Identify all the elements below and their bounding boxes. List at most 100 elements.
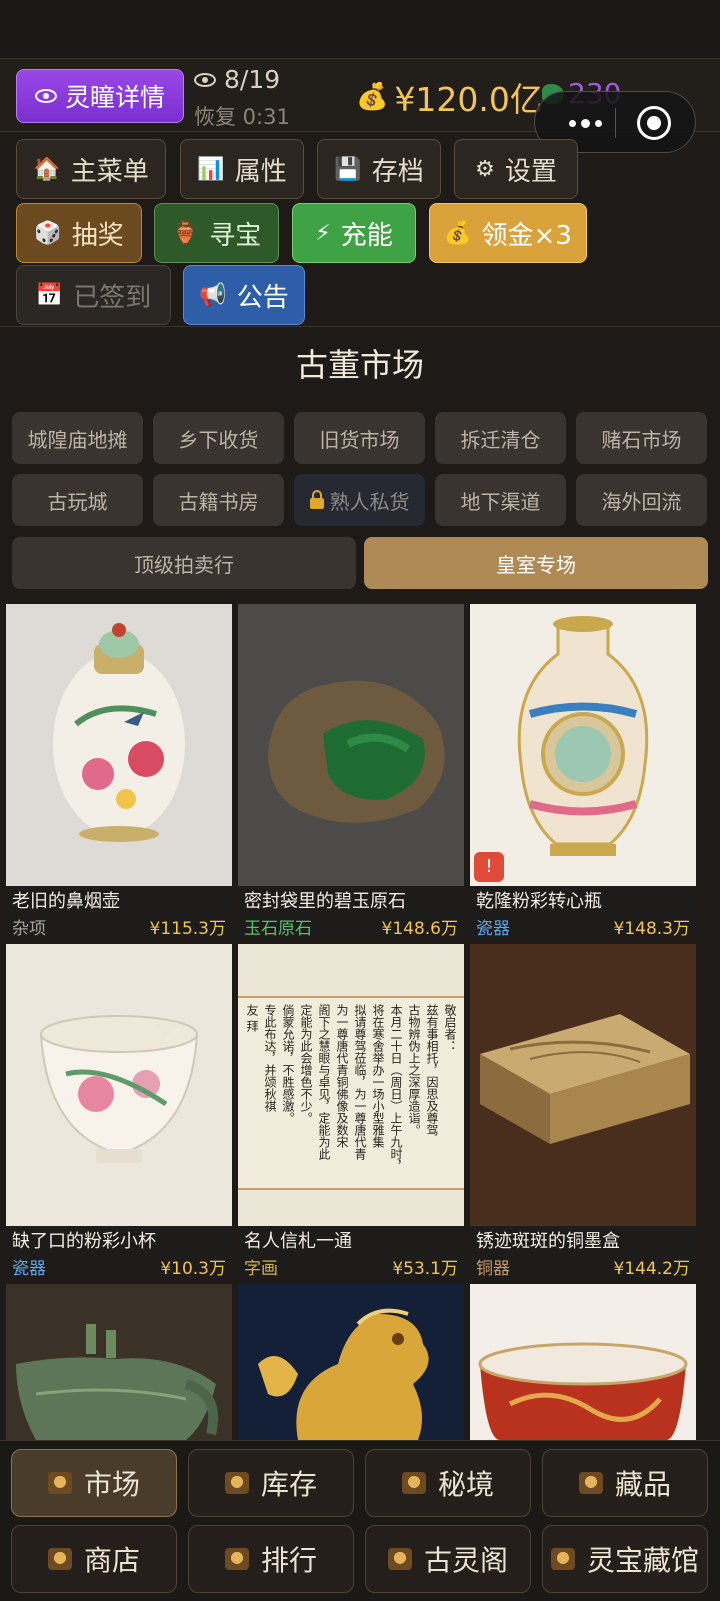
- nav-shop[interactable]: 商店: [11, 1525, 177, 1593]
- lock-icon: [309, 489, 324, 509]
- more-menu-icon[interactable]: [557, 108, 613, 138]
- nav-secret-realm[interactable]: 秘境: [365, 1449, 531, 1517]
- settings-button[interactable]: ⚙ 设置: [454, 139, 578, 199]
- item-card[interactable]: 密封袋里的碧玉原石 玉石原石 ¥148.6万: [238, 604, 464, 936]
- checked-in-button[interactable]: 📅 已签到: [16, 265, 171, 325]
- main-menu-button[interactable]: 🏠 主菜单: [16, 139, 166, 199]
- letter-line: 敬启者：: [443, 1004, 457, 1052]
- dice-icon: 🎲: [34, 220, 62, 246]
- lottery-button[interactable]: 🎲 抽奖: [16, 203, 142, 263]
- vision-count-text: 8/19: [224, 65, 281, 94]
- gear-icon: ⚙: [475, 156, 495, 182]
- nav-treasure-museum[interactable]: 灵宝藏馆: [542, 1525, 708, 1593]
- item-image: [6, 1284, 232, 1440]
- letter-line: 兹有事相托，因思及尊驾: [425, 1004, 439, 1136]
- attributes-label: 属性: [234, 156, 287, 187]
- item-image: [6, 944, 232, 1226]
- lottery-label: 抽奖: [71, 220, 124, 251]
- lingtong-details-button[interactable]: 灵瞳详情: [16, 69, 184, 123]
- item-category: 杂项: [12, 919, 46, 936]
- location-tab[interactable]: 古玩城: [12, 474, 143, 526]
- money-bag-icon: 💰: [356, 82, 389, 112]
- nav-label: 商店: [83, 1544, 140, 1577]
- auction-house-tab[interactable]: 顶级拍卖行: [12, 537, 356, 589]
- item-card[interactable]: 锈迹斑斑的铜墨盒 铜器 ¥144.2万: [470, 944, 696, 1276]
- locked-location-label: 熟人私货: [329, 489, 410, 514]
- item-card[interactable]: 老旧的鼻烟壶 杂项 ¥115.3万: [6, 604, 232, 936]
- nav-collection[interactable]: 藏品: [542, 1449, 708, 1517]
- location-tab[interactable]: 地下渠道: [435, 474, 566, 526]
- nav-label: 古灵阁: [423, 1544, 508, 1577]
- close-target-icon[interactable]: [637, 106, 671, 140]
- money-bag-icon: 💰: [444, 220, 472, 246]
- item-price: ¥53.1万: [392, 1259, 458, 1276]
- nav-guling-pavilion[interactable]: 古灵阁: [365, 1525, 531, 1593]
- item-card[interactable]: ! 乾隆粉彩转心瓶 瓷器 ¥148.3万: [470, 604, 696, 936]
- attributes-button[interactable]: 📊 属性: [180, 139, 304, 199]
- item-image: [470, 604, 696, 886]
- nav-label: 库存: [260, 1468, 317, 1501]
- secret-realm-icon: [401, 1472, 426, 1494]
- nav-label: 藏品: [614, 1468, 671, 1501]
- item-name: 名人信札一通: [244, 1231, 352, 1252]
- item-category: 瓷器: [476, 919, 510, 936]
- save-label: 存档: [371, 156, 424, 187]
- nav-label: 市场: [83, 1468, 140, 1501]
- treasure-hunt-button[interactable]: 🏺 寻宝: [154, 203, 279, 263]
- location-tab[interactable]: 海外回流: [576, 474, 707, 526]
- item-image: [6, 604, 232, 886]
- item-image: [238, 604, 464, 886]
- vision-count: 8/19: [194, 65, 280, 94]
- house-icon: 🏠: [33, 156, 61, 182]
- royal-special-tab[interactable]: 皇室专场: [364, 537, 708, 589]
- market-title: 古董市场: [295, 346, 424, 384]
- item-card[interactable]: [238, 1284, 464, 1440]
- letter-line: 将在寒舍举办一场小型雅集: [371, 1004, 385, 1148]
- nav-label: 灵宝藏馆: [586, 1544, 699, 1577]
- item-category: 字画: [244, 1259, 278, 1276]
- nav-inventory[interactable]: 库存: [188, 1449, 354, 1517]
- item-image: [238, 1284, 464, 1440]
- eye-icon: [34, 89, 57, 103]
- urn-icon: 🏺: [171, 220, 200, 246]
- item-price: ¥115.3万: [149, 919, 226, 936]
- nav-ranking[interactable]: 排行: [188, 1525, 354, 1593]
- lingtong-label: 灵瞳详情: [64, 83, 165, 112]
- checked-in-label: 已签到: [73, 282, 152, 313]
- charge-button[interactable]: ⚡ 充能: [292, 203, 416, 263]
- claim-gold-button[interactable]: 💰 领金×3: [429, 203, 587, 263]
- calendar-icon: 📅: [35, 282, 64, 308]
- item-category: 玉石原石: [244, 919, 312, 936]
- letter-line: 友 拜: [245, 1004, 259, 1032]
- item-category: 瓷器: [12, 1259, 46, 1276]
- location-tab[interactable]: 赌石市场: [576, 412, 707, 464]
- item-category: 铜器: [476, 1259, 510, 1276]
- notice-label: 公告: [236, 282, 289, 313]
- item-card[interactable]: 缺了口的粉彩小杯 瓷器 ¥10.3万: [6, 944, 232, 1276]
- recover-timer: 恢复 0:31: [194, 105, 290, 129]
- location-tab[interactable]: 城隍庙地摊: [12, 412, 143, 464]
- settings-label: 设置: [504, 156, 557, 187]
- item-price: ¥10.3万: [160, 1259, 226, 1276]
- save-button[interactable]: 💾 存档: [317, 139, 441, 199]
- main-menu-label: 主菜单: [70, 156, 149, 187]
- location-tab-locked[interactable]: 熟人私货: [294, 474, 425, 526]
- item-card[interactable]: [6, 1284, 232, 1440]
- item-image: [470, 1284, 696, 1440]
- notice-button[interactable]: 📢 公告: [183, 265, 305, 325]
- money-display: 💰 ¥120.0亿: [356, 73, 543, 121]
- letter-line: 专此布达，并颂秋祺: [263, 1004, 277, 1112]
- item-price: ¥148.3万: [613, 919, 690, 936]
- item-card[interactable]: 敬启者： 兹有事相托，因思及尊驾 古物辨伪上之深厚造诣。 本月二十日（周日）上午九时，…: [238, 944, 464, 1276]
- location-tab[interactable]: 拆迁清仓: [435, 412, 566, 464]
- nav-market[interactable]: 市场: [11, 1449, 177, 1517]
- location-tab[interactable]: 乡下收货: [153, 412, 284, 464]
- location-tab[interactable]: 旧货市场: [294, 412, 425, 464]
- letter-line: 古物辨伪上之深厚造诣。: [407, 1004, 421, 1136]
- item-name: 锈迹斑斑的铜墨盒: [476, 1231, 620, 1252]
- item-card[interactable]: [470, 1284, 696, 1440]
- bottom-navigation: 市场 库存 秘境 藏品 商店 排行 古灵阁 灵宝藏馆: [0, 1440, 720, 1601]
- location-tab[interactable]: 古籍书房: [153, 474, 284, 526]
- charge-label: 充能: [340, 220, 393, 251]
- ranking-icon: [224, 1548, 249, 1570]
